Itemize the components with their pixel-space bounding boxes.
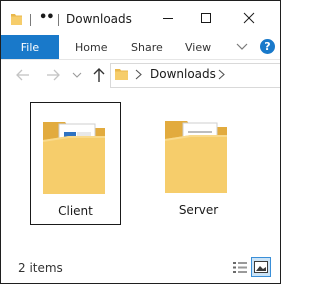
toolbar-separator xyxy=(58,14,59,26)
up-arrow-icon[interactable] xyxy=(92,67,106,83)
forward-arrow-icon[interactable] xyxy=(45,67,61,83)
close-button[interactable] xyxy=(230,1,268,35)
maximize-icon xyxy=(201,13,211,23)
folder-item-server[interactable]: Server xyxy=(153,102,244,225)
expand-ribbon-icon[interactable] xyxy=(235,41,249,53)
large-icons-view-button[interactable] xyxy=(251,257,271,277)
explorer-window: •• Downloads File Home Share View ? Down… xyxy=(0,0,281,284)
chevron-right-icon[interactable] xyxy=(217,69,226,80)
tab-view[interactable]: View xyxy=(185,35,211,59)
close-icon xyxy=(243,12,255,24)
help-icon[interactable]: ? xyxy=(260,39,275,54)
folder-label: Client xyxy=(58,204,93,218)
large-icons-view-icon xyxy=(254,261,268,273)
folder-icon xyxy=(115,69,128,80)
folder-with-documents-icon xyxy=(165,121,227,193)
minimize-button[interactable] xyxy=(149,1,187,35)
folder-label: Server xyxy=(178,203,219,217)
chevron-right-icon[interactable] xyxy=(134,69,143,80)
tab-file[interactable]: File xyxy=(1,35,59,59)
minimize-icon xyxy=(163,18,173,19)
quick-access-overflow-button[interactable]: •• xyxy=(39,10,55,25)
item-count: 2 items xyxy=(18,261,63,275)
recent-locations-chevron-icon[interactable] xyxy=(71,69,83,81)
details-view-icon[interactable] xyxy=(231,259,248,276)
window-title: Downloads xyxy=(66,12,132,26)
tab-home[interactable]: Home xyxy=(75,35,107,59)
maximize-button[interactable] xyxy=(187,1,225,35)
back-arrow-icon[interactable] xyxy=(15,67,31,83)
folder-icon xyxy=(11,14,22,25)
folder-with-documents-icon xyxy=(43,122,105,194)
toolbar-separator xyxy=(30,14,31,26)
folder-item-client[interactable]: Client xyxy=(30,102,121,225)
tab-share[interactable]: Share xyxy=(131,35,163,59)
breadcrumb-downloads[interactable]: Downloads xyxy=(150,67,216,81)
